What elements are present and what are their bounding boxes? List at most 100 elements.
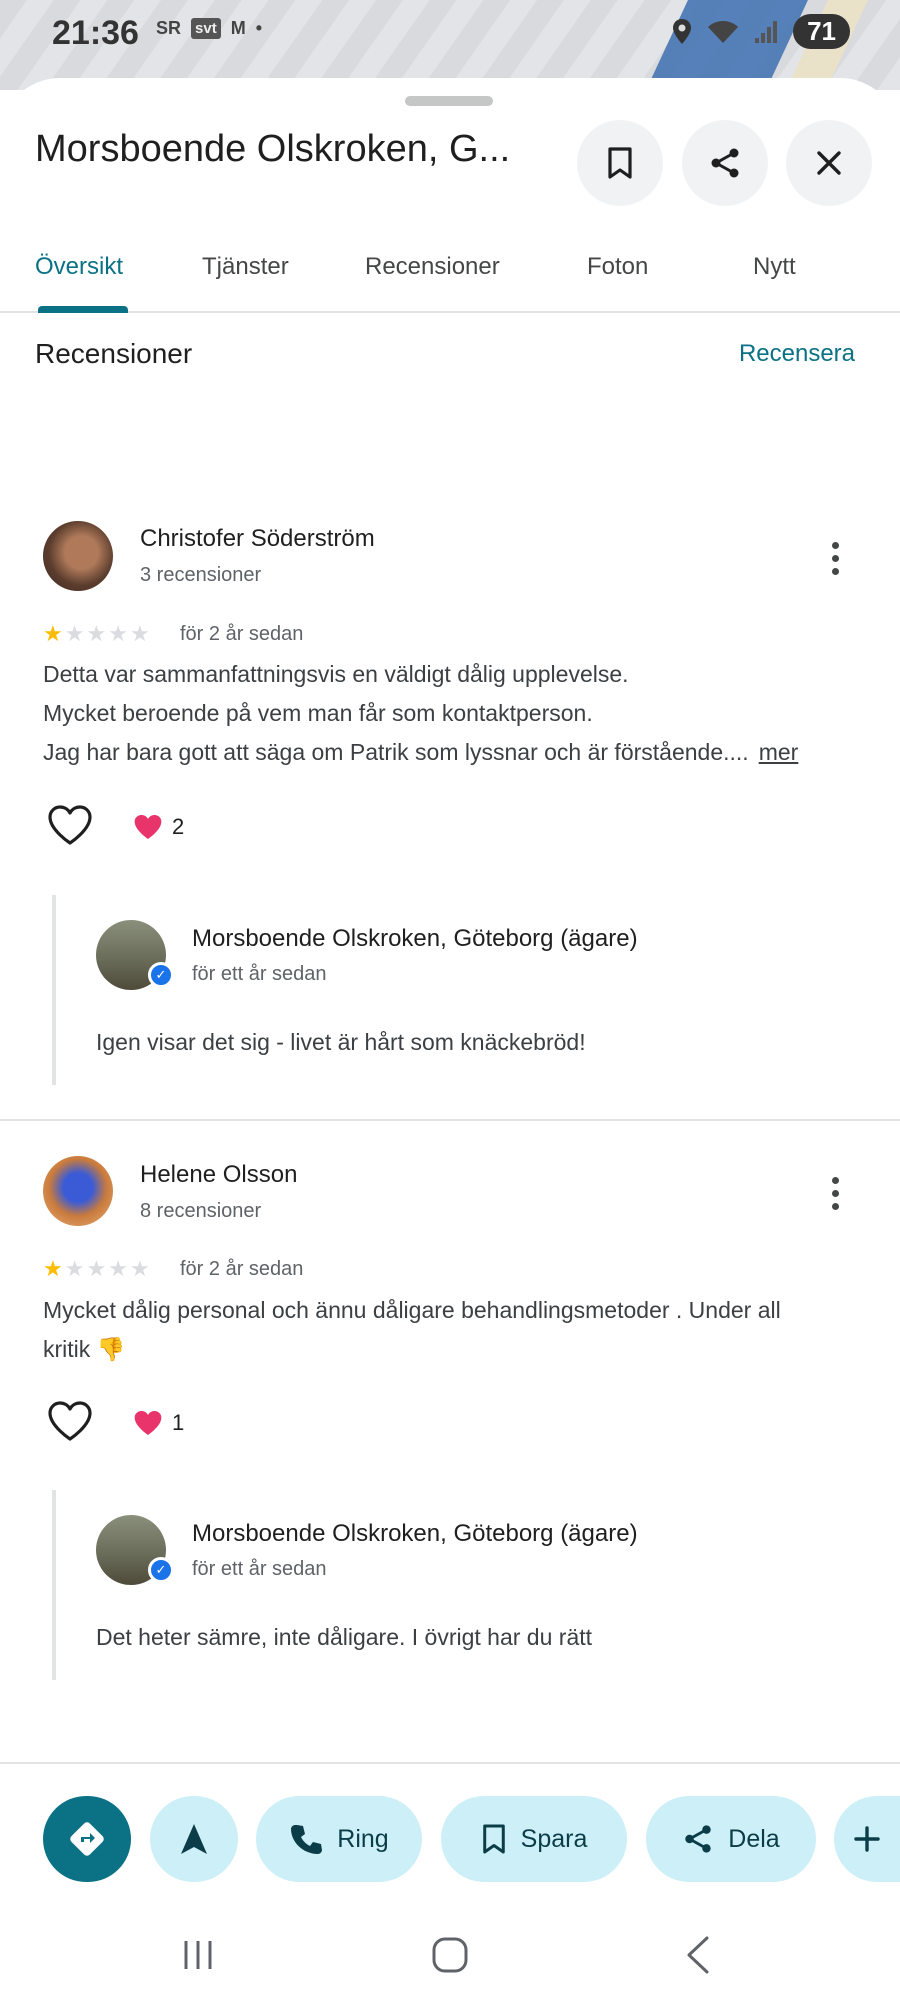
start-navigation-button[interactable] — [150, 1796, 238, 1882]
star-rating: ★ ★ ★ ★ ★ — [43, 621, 150, 647]
heart-filled-icon — [134, 815, 162, 839]
drag-handle[interactable] — [405, 96, 493, 106]
review-line: Mycket beroende på vem man får som konta… — [43, 700, 593, 726]
status-time: 21:36 — [52, 14, 139, 52]
star-icon: ★ — [108, 1256, 128, 1281]
star-rating: ★ ★ ★ ★ ★ — [43, 1256, 150, 1282]
recent-apps-button[interactable] — [170, 1927, 226, 1983]
like-count: 1 — [132, 1409, 184, 1437]
review-time: för 2 år sedan — [180, 623, 304, 645]
battery-indicator: 71 — [793, 14, 850, 49]
heart-outline-icon — [48, 805, 92, 845]
bookmark-icon — [482, 1824, 505, 1854]
like-count-value: 1 — [172, 1410, 185, 1435]
svt-icon: svt — [191, 18, 221, 39]
share-icon — [711, 148, 739, 178]
share-label: Dela — [728, 1824, 780, 1853]
home-icon — [432, 1937, 468, 1973]
review-time: för 2 år sedan — [180, 1258, 304, 1280]
owner-reply-text: Igen visar det sig - livet är hårt som k… — [96, 1029, 586, 1055]
gmail-icon: M — [230, 18, 246, 38]
more-notifications-icon: • — [255, 18, 263, 38]
location-icon — [673, 18, 692, 44]
star-icon: ★ — [129, 621, 150, 646]
more-actions-button[interactable] — [834, 1796, 900, 1882]
review-line: kritik 👎 — [43, 1336, 126, 1362]
owner-reply-time: för ett år sedan — [192, 963, 327, 985]
owner-name: Morsboende Olskroken, Göteborg (ägare) — [192, 925, 638, 952]
owner-reply-text: Det heter sämre, inte dåligare. I övrigt… — [96, 1624, 593, 1650]
star-icon: ★ — [43, 621, 63, 646]
wifi-icon — [708, 20, 739, 43]
status-system-icons: 71 — [671, 14, 850, 49]
save-label: Spara — [520, 1824, 588, 1853]
call-button[interactable]: Ring — [256, 1796, 422, 1882]
verified-badge-icon: ✓ — [148, 1557, 174, 1583]
star-icon: ★ — [86, 621, 107, 646]
avatar[interactable] — [43, 1156, 113, 1226]
divider — [0, 1119, 900, 1121]
like-count-value: 2 — [172, 814, 185, 839]
sr-icon: SR — [156, 18, 182, 38]
owner-name: Morsboende Olskroken, Göteborg (ägare) — [192, 1520, 638, 1547]
back-icon — [687, 1936, 709, 1974]
review-line: Jag har bara gott att säga om Patrik som… — [43, 733, 863, 772]
star-icon: ★ — [86, 1256, 107, 1281]
tab-recensioner[interactable]: Recensioner — [365, 253, 500, 281]
home-button[interactable] — [422, 1927, 478, 1983]
status-notification-icons: SR svt M • — [156, 18, 262, 39]
owner-reply-time: för ett år sedan — [192, 1558, 327, 1580]
write-review-link[interactable]: Recensera — [739, 340, 855, 368]
review-line-text: Jag har bara gott att säga om Patrik som… — [43, 739, 749, 765]
like-count: 2 — [132, 813, 184, 841]
share-button[interactable]: Dela — [646, 1796, 816, 1882]
tab-foton[interactable]: Foton — [587, 253, 648, 281]
more-options-icon[interactable] — [830, 542, 840, 575]
reviewer-review-count: 8 recensioner — [140, 1200, 262, 1222]
verified-badge-icon: ✓ — [148, 962, 174, 988]
star-icon: ★ — [43, 1256, 63, 1281]
share-place-button[interactable] — [682, 120, 768, 206]
reviewer-review-count: 3 recensioner — [140, 564, 262, 586]
action-bar: Ring Spara Dela — [0, 1762, 900, 1882]
owner-reply: ✓ Morsboende Olskroken, Göteborg (ägare)… — [52, 895, 852, 1085]
phone-icon — [291, 1825, 323, 1854]
review-line: Detta var sammanfattningsvis en väldigt … — [43, 661, 629, 687]
review-text: Detta var sammanfattningsvis en väldigt … — [43, 655, 863, 772]
bookmark-icon — [608, 147, 632, 179]
heart-outline-icon — [48, 1401, 92, 1441]
star-icon: ★ — [108, 621, 128, 646]
reviewer-name[interactable]: Christofer Söderström — [140, 525, 375, 553]
active-tab-indicator — [38, 306, 128, 313]
like-button[interactable] — [47, 804, 93, 851]
place-title: Morsboende Olskroken, G... — [35, 128, 511, 170]
navigation-arrow-icon — [181, 1824, 207, 1854]
system-nav-bar — [0, 1915, 900, 2000]
plus-icon — [854, 1826, 880, 1852]
status-bar: 21:36 SR svt M • 71 — [0, 0, 900, 90]
tab-oversikt[interactable]: Översikt — [35, 253, 123, 281]
save-button[interactable]: Spara — [441, 1796, 627, 1882]
recent-apps-icon — [184, 1941, 212, 1969]
back-button[interactable] — [670, 1927, 726, 1983]
avatar[interactable] — [43, 521, 113, 591]
tab-nytt[interactable]: Nytt — [753, 253, 796, 281]
star-icon: ★ — [129, 1256, 150, 1281]
heart-filled-icon — [134, 1411, 162, 1435]
close-button[interactable] — [786, 120, 872, 206]
call-label: Ring — [337, 1824, 389, 1853]
star-icon: ★ — [64, 621, 85, 646]
tab-bar: Översikt Tjänster Recensioner Foton Nytt — [0, 233, 900, 313]
save-place-button[interactable] — [577, 120, 663, 206]
read-more-link[interactable]: mer — [759, 739, 799, 765]
reviewer-name[interactable]: Helene Olsson — [140, 1161, 297, 1189]
directions-button[interactable] — [43, 1796, 131, 1882]
owner-reply: ✓ Morsboende Olskroken, Göteborg (ägare)… — [52, 1490, 852, 1680]
share-icon — [685, 1825, 711, 1853]
reviews-heading: Recensioner — [35, 338, 193, 369]
like-button[interactable] — [47, 1400, 93, 1447]
tab-tjanster[interactable]: Tjänster — [202, 253, 289, 281]
more-options-icon[interactable] — [830, 1177, 840, 1210]
review-line: Mycket dålig personal och ännu dåligare … — [43, 1297, 781, 1323]
star-icon: ★ — [64, 1256, 85, 1281]
